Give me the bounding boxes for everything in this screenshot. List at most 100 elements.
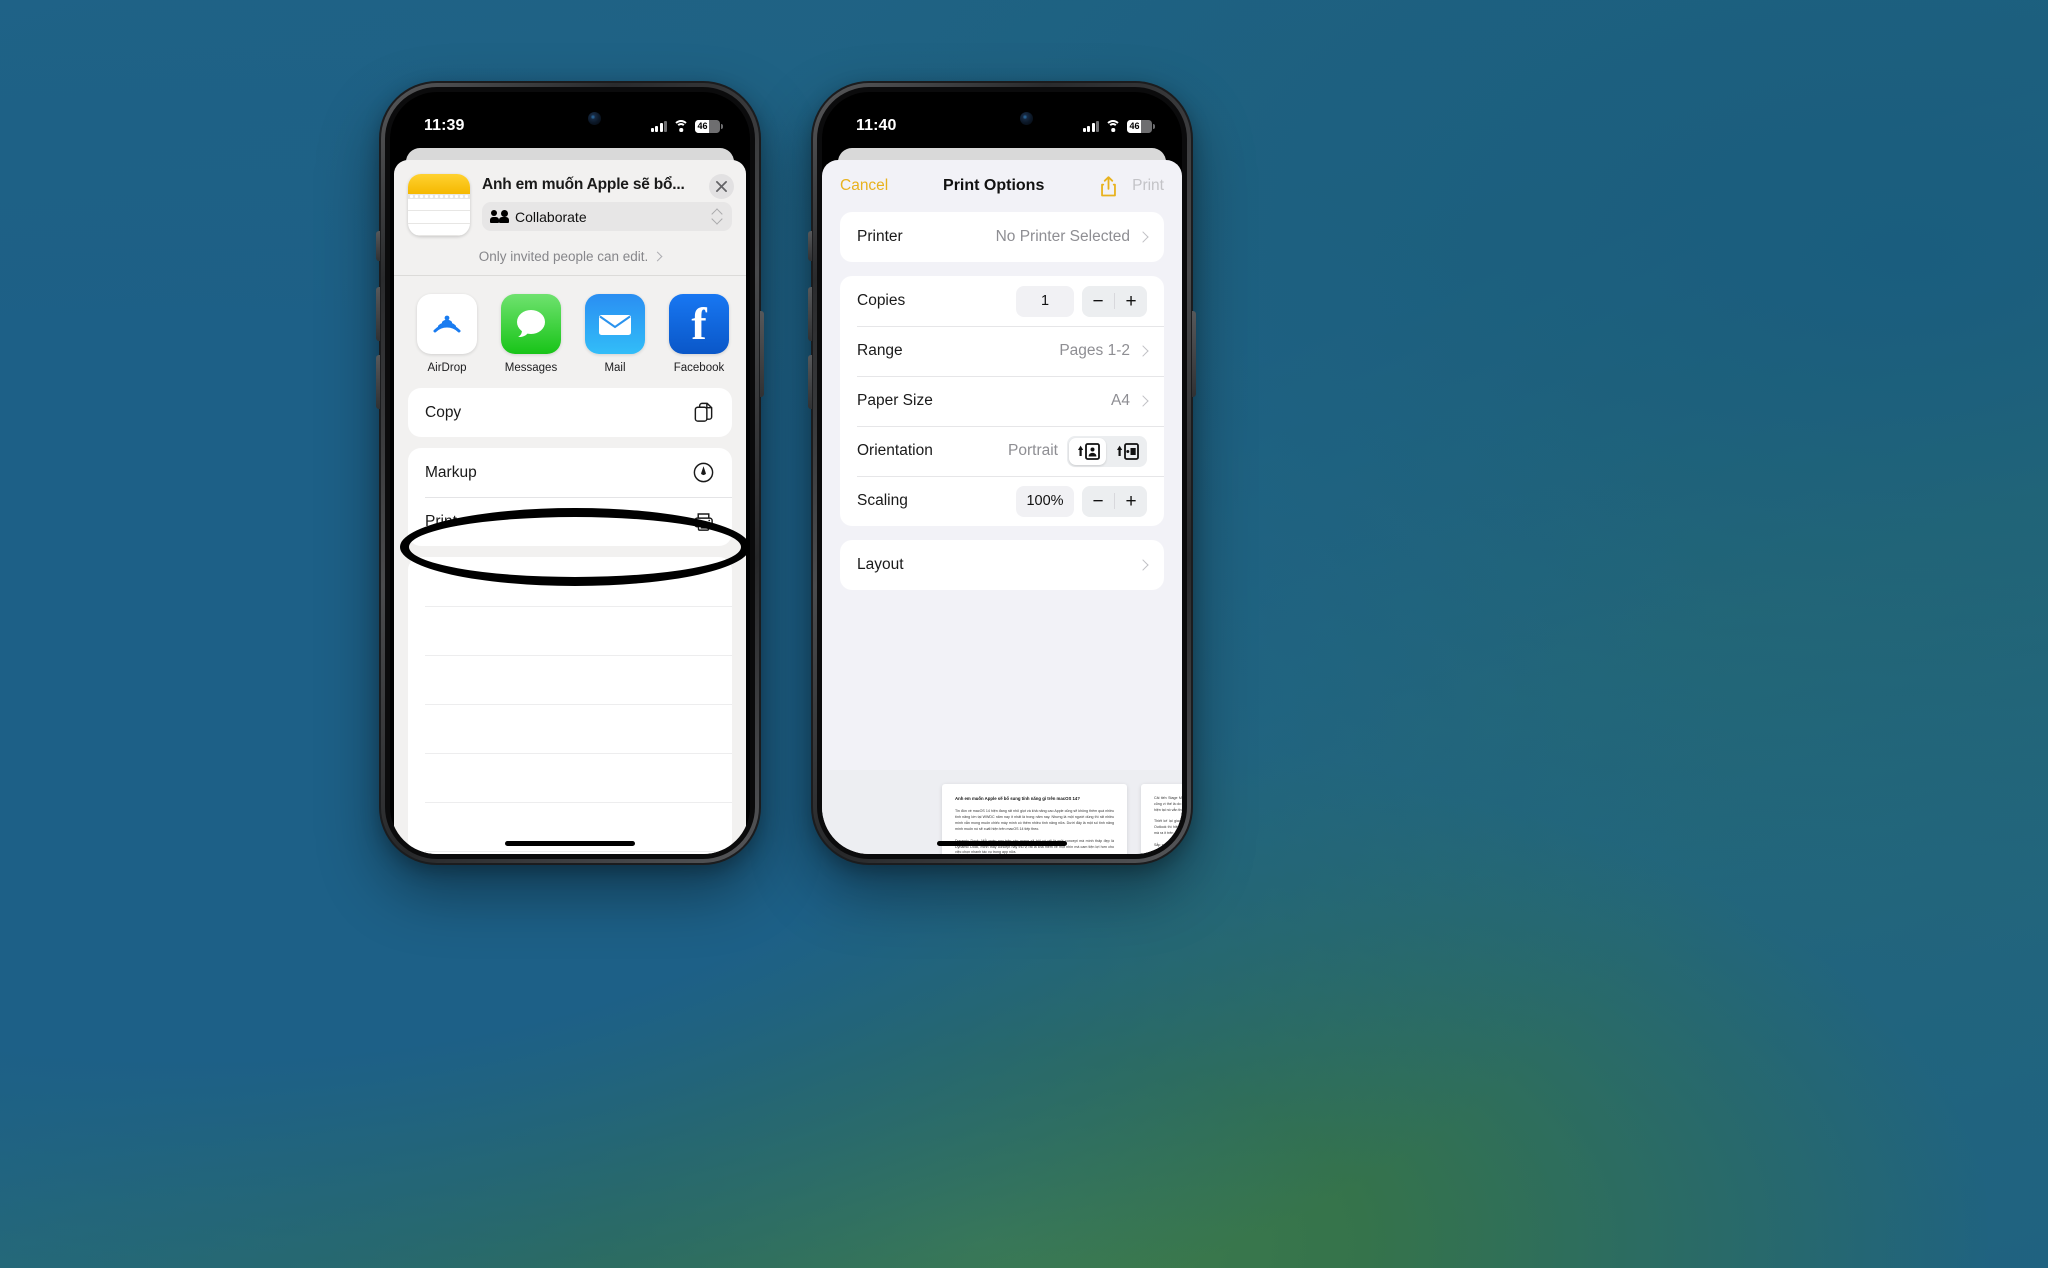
row-label: Range bbox=[857, 342, 903, 359]
cellular-signal-icon bbox=[1082, 120, 1099, 132]
battery-icon: 46 bbox=[695, 119, 723, 133]
printer-card: Printer No Printer Selected bbox=[840, 212, 1164, 262]
copies-plus-button[interactable]: + bbox=[1115, 292, 1147, 311]
share-app-messages[interactable]: Messages bbox=[498, 294, 564, 374]
action-row-markup[interactable]: Markup bbox=[408, 448, 732, 497]
page-2-content: Cải tiến Stage Manager: Thật lòng mà nói… bbox=[1141, 784, 1182, 854]
chevron-right-icon bbox=[652, 251, 663, 262]
close-button[interactable] bbox=[709, 174, 734, 199]
action-row-copy[interactable]: Copy bbox=[408, 388, 732, 437]
sheet-empty-list bbox=[408, 557, 732, 854]
cancel-button[interactable]: Cancel bbox=[840, 177, 888, 195]
page-paragraph: Sắp xếp lại dưới: Cải tiến trên mạnh như… bbox=[1154, 842, 1182, 853]
actions-group-markup-print: Markup Print bbox=[408, 448, 732, 546]
print-options-sheet: Cancel Print Options Print Printer No Pr… bbox=[822, 160, 1182, 854]
scaling-minus-button[interactable]: − bbox=[1082, 492, 1114, 511]
row-value: No Printer Selected bbox=[995, 228, 1130, 245]
page-thumbnail-2[interactable]: Cải tiến Stage Manager: Thật lòng mà nói… bbox=[1141, 784, 1182, 854]
scaling-value: 100% bbox=[1016, 485, 1074, 517]
share-app-label: AirDrop bbox=[427, 362, 467, 374]
share-app-mail[interactable]: Mail bbox=[582, 294, 648, 374]
action-label: Copy bbox=[425, 403, 462, 421]
status-time: 11:39 bbox=[424, 117, 465, 134]
left-phone-screen: 11:39 46 Anh em muốn Apple sẽ bổ... Coll… bbox=[390, 92, 750, 854]
landscape-button[interactable] bbox=[1108, 438, 1145, 465]
layout-card: Layout bbox=[840, 540, 1164, 590]
battery-level: 46 bbox=[697, 121, 708, 131]
home-indicator bbox=[937, 841, 1067, 846]
page-paragraph: Tin đồn về macOS 14 hiện đang rất nhỏ gi… bbox=[955, 809, 1114, 831]
row-label: Copies bbox=[857, 292, 906, 309]
right-phone-screen: 11:40 46 Cancel Print Options Print Prin… bbox=[822, 92, 1182, 854]
cellular-signal-icon bbox=[650, 120, 667, 132]
scaling-plus-button[interactable]: + bbox=[1115, 492, 1147, 511]
notes-app-icon bbox=[408, 174, 470, 236]
row-value: Portrait bbox=[1008, 442, 1058, 459]
share-sheet: Anh em muốn Apple sẽ bổ... Collaborate O… bbox=[394, 160, 746, 854]
wifi-icon bbox=[1105, 120, 1121, 132]
row-label: Orientation bbox=[857, 442, 933, 459]
actions-group-copy: Copy bbox=[408, 388, 732, 437]
print-settings-card: Copies 1 − + Range Pages 1-2 Paper Size … bbox=[840, 276, 1164, 526]
row-layout[interactable]: Layout bbox=[840, 540, 1164, 590]
row-scaling[interactable]: Scaling 100% − + bbox=[840, 476, 1164, 526]
collaborate-label: Collaborate bbox=[515, 208, 587, 225]
chevron-right-icon bbox=[1137, 345, 1149, 357]
action-label: Print bbox=[425, 512, 457, 530]
front-camera-icon bbox=[588, 112, 601, 125]
share-app-label: Messages bbox=[504, 362, 558, 374]
wifi-icon bbox=[673, 120, 689, 132]
mail-icon bbox=[585, 294, 645, 354]
orientation-segmented-control[interactable] bbox=[1067, 435, 1147, 467]
permission-note[interactable]: Only invited people can edit. bbox=[394, 236, 746, 276]
row-range[interactable]: Range Pages 1-2 bbox=[840, 326, 1164, 376]
copies-minus-button[interactable]: − bbox=[1082, 292, 1114, 311]
chevron-right-icon bbox=[1137, 559, 1149, 571]
copies-stepper[interactable]: 1 − + bbox=[1016, 285, 1147, 317]
landscape-icon bbox=[1116, 443, 1139, 460]
print-button[interactable]: Print bbox=[1132, 177, 1164, 195]
page-title: Print Options bbox=[943, 177, 1045, 194]
portrait-button[interactable] bbox=[1069, 437, 1106, 465]
share-app-facebook[interactable]: f Facebook bbox=[666, 294, 732, 374]
front-camera-icon bbox=[1020, 112, 1033, 125]
share-apps-row[interactable]: AirDrop Messages Mail f Facebook bbox=[394, 276, 746, 388]
row-label: Scaling bbox=[857, 492, 908, 509]
chevron-right-icon bbox=[1137, 395, 1149, 407]
battery-icon: 46 bbox=[1127, 119, 1155, 133]
chevron-right-icon bbox=[1137, 231, 1149, 243]
messages-icon bbox=[501, 294, 561, 354]
left-phone-device: 11:39 46 Anh em muốn Apple sẽ bổ... Coll… bbox=[376, 81, 764, 865]
row-orientation[interactable]: Orientation Portrait bbox=[840, 426, 1164, 476]
share-app-airdrop[interactable]: AirDrop bbox=[414, 294, 480, 374]
people-icon bbox=[490, 210, 509, 223]
notch bbox=[518, 104, 622, 134]
permission-note-text: Only invited people can edit. bbox=[478, 249, 649, 264]
page-paragraph: Cải tiến Stage Manager: Thật lòng mà nói… bbox=[1154, 796, 1182, 812]
share-app-label: Facebook bbox=[673, 362, 725, 374]
collaborate-dropdown[interactable]: Collaborate bbox=[482, 202, 732, 231]
home-indicator bbox=[505, 841, 635, 846]
facebook-icon: f bbox=[669, 294, 729, 354]
right-phone-device: 11:40 46 Cancel Print Options Print Prin… bbox=[808, 81, 1196, 865]
share-icon[interactable] bbox=[1099, 175, 1118, 198]
copies-value: 1 bbox=[1016, 285, 1074, 317]
row-label: Printer bbox=[857, 228, 903, 245]
scaling-stepper[interactable]: 100% − + bbox=[1016, 485, 1147, 517]
close-icon bbox=[716, 181, 727, 192]
print-options-navbar: Cancel Print Options Print bbox=[822, 160, 1182, 212]
row-printer[interactable]: Printer No Printer Selected bbox=[840, 212, 1164, 262]
page-paragraph: Thiết kế lại giao diện Mail: Mình đang d… bbox=[1154, 819, 1182, 836]
action-label: Markup bbox=[425, 463, 477, 481]
battery-level: 46 bbox=[1129, 121, 1140, 131]
action-row-print[interactable]: Print bbox=[408, 497, 732, 546]
row-label: Layout bbox=[857, 556, 904, 573]
row-copies[interactable]: Copies 1 − + bbox=[840, 276, 1164, 326]
copy-icon bbox=[694, 402, 713, 422]
chevron-up-down-icon bbox=[712, 209, 723, 224]
status-time: 11:40 bbox=[856, 117, 897, 134]
row-label: Paper Size bbox=[857, 392, 933, 409]
share-app-label: Mail bbox=[604, 362, 626, 374]
row-value: A4 bbox=[1111, 392, 1130, 409]
row-paper-size[interactable]: Paper Size A4 bbox=[840, 376, 1164, 426]
